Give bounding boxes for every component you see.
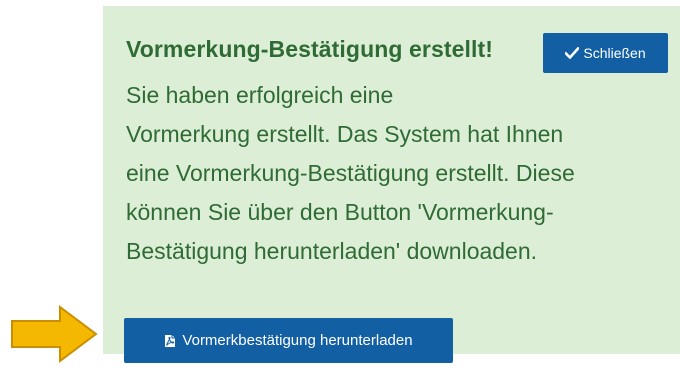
download-button-label: Vormerkbestätigung herunterladen xyxy=(182,332,413,349)
page: Vormerkung-Bestätigung erstellt! Schließ… xyxy=(0,0,680,381)
close-button[interactable]: Schließen xyxy=(543,33,668,73)
message-line: Sie haben erfolgreich eine xyxy=(126,82,394,108)
message-line: können Sie über den Button 'Vormerkung- xyxy=(126,199,554,225)
pdf-file-icon xyxy=(164,334,176,348)
notice-title: Vormerkung-Bestätigung erstellt! xyxy=(126,36,493,62)
message-line: eine Vormerkung-Bestätigung erstellt. Di… xyxy=(126,160,575,186)
download-confirmation-button[interactable]: Vormerkbestätigung herunterladen xyxy=(124,318,453,363)
checkmark-icon xyxy=(565,47,580,59)
message-line: Vormerkung erstellt. Das System hat Ihne… xyxy=(126,121,564,147)
arrow-right-icon xyxy=(11,305,98,363)
close-button-label: Schließen xyxy=(583,45,646,61)
notice-message: Sie haben erfolgreich eine Vormerkung er… xyxy=(126,76,666,271)
message-line: Bestätigung herunterladen' downloaden. xyxy=(126,238,538,264)
